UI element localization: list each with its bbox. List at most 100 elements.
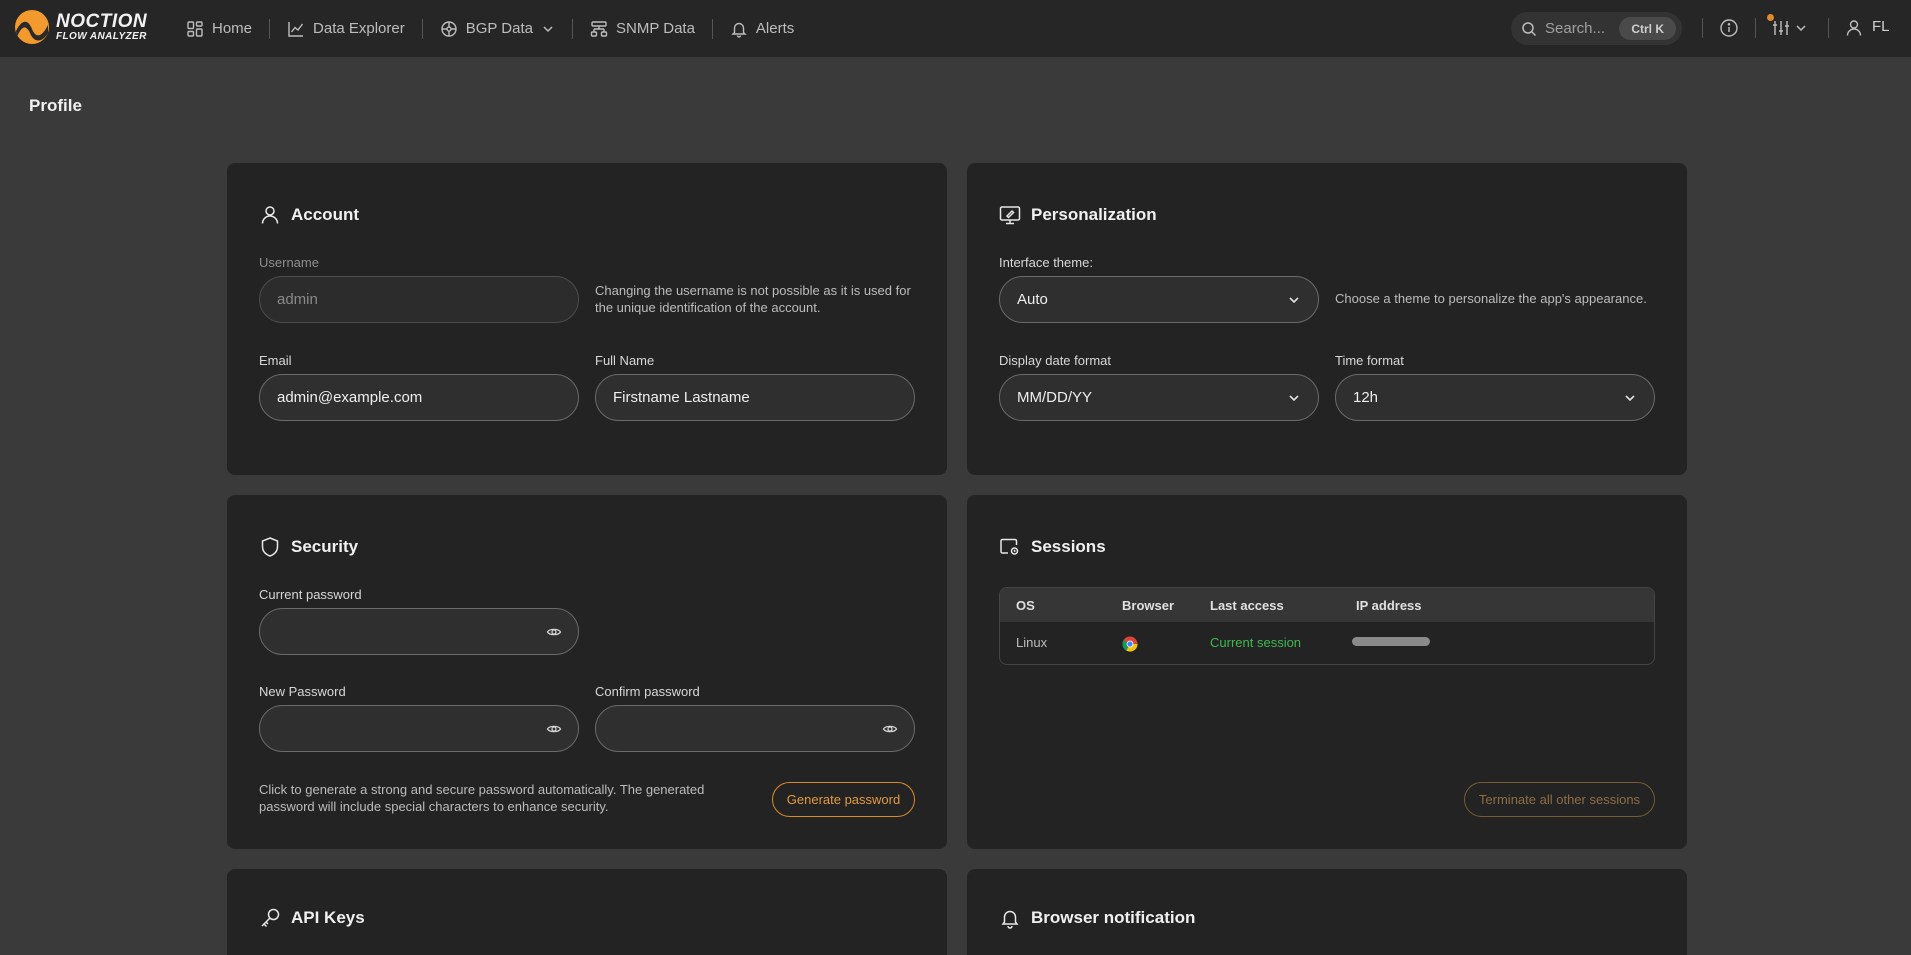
chevron-down-icon [1796,25,1806,32]
email-label: Email [259,353,292,368]
nav-divider [421,18,423,39]
brand-name: NOCTION [56,11,148,32]
sessions-table: OS Browser Last access IP address Linux … [999,587,1655,665]
confirm-password-field[interactable] [595,705,915,752]
current-password-field[interactable] [259,608,579,655]
username-value: admin [277,291,318,308]
email-field[interactable]: admin@example.com [259,374,579,421]
session-os: Linux [1016,635,1048,650]
browser-notification-card: Browser notification [967,869,1687,955]
account-card-header: Account [259,204,359,226]
nav-home[interactable]: Home [186,20,252,38]
line-chart-icon [288,21,304,37]
eye-icon[interactable] [546,721,562,737]
settings-menu-button[interactable] [1771,18,1791,43]
chevron-down-icon [543,25,553,32]
user-menu-button[interactable] [1844,18,1864,43]
eye-icon[interactable] [882,721,898,737]
chrome-icon [1122,636,1138,652]
nav-divider [572,18,573,39]
date-format-select[interactable]: MM/DD/YY [999,374,1319,421]
nav-divider [269,18,271,39]
topbar-divider [1702,18,1703,38]
theme-label: Interface theme: [999,255,1093,270]
column-header-browser: Browser [1122,598,1175,613]
username-field: admin [259,276,579,323]
bell-icon [731,22,747,38]
nav-bgp-data[interactable]: BGP Data [440,20,555,38]
browser-notification-card-header: Browser notification [999,907,1195,929]
new-password-label: New Password [259,684,346,699]
topbar-divider [1828,18,1829,38]
personalization-card: Personalization Interface theme: Auto Ch… [967,163,1687,475]
table-row: Linux Current session [1000,622,1654,664]
search-icon [1522,21,1537,36]
current-password-label: Current password [259,587,362,602]
sessions-table-header: OS Browser Last access IP address [1000,588,1654,622]
fullname-value: Firstname Lastname [613,389,750,406]
column-header-ip-address: IP address [1356,598,1422,613]
eye-icon[interactable] [546,624,562,640]
time-format-value: 12h [1353,389,1379,406]
generate-password-button[interactable]: Generate password [772,782,915,817]
new-password-field[interactable] [259,705,579,752]
settings-menu-chevron[interactable] [1794,21,1808,40]
user-icon [1846,20,1862,36]
chevron-down-icon [1289,297,1299,304]
sessions-title: Sessions [1031,537,1106,556]
network-tree-icon [590,20,608,37]
nav-alerts[interactable]: Alerts [730,20,794,38]
nav-snmp-data[interactable]: SNMP Data [590,20,695,38]
notification-dot [1767,14,1774,21]
devices-icon [1000,538,1019,555]
generate-password-helper-text: Click to generate a strong and secure pa… [259,782,705,814]
account-title: Account [291,205,359,224]
global-search[interactable]: Search... Ctrl K [1511,12,1682,45]
browser-notification-title: Browser notification [1031,908,1196,927]
nav-snmp-data-label: SNMP Data [616,20,695,37]
email-value: admin@example.com [277,389,423,406]
time-format-label: Time format [1335,353,1404,368]
chevron-down-icon [1625,395,1635,402]
theme-value: Auto [1017,291,1048,308]
nav-data-explorer-label: Data Explorer [313,20,405,37]
topbar-divider [1755,18,1756,38]
date-format-label: Display date format [999,353,1111,368]
time-format-select[interactable]: 12h [1335,374,1655,421]
security-card-header: Security [259,536,358,558]
sessions-card-header: Sessions [999,536,1106,558]
security-title: Security [291,537,359,556]
network-globe-icon [441,20,457,37]
sliders-icon [1773,21,1789,35]
info-button[interactable] [1719,18,1739,43]
noction-logo-icon [15,10,49,44]
theme-helper-text: Choose a theme to personalize the app's … [1335,291,1647,306]
page-title: Profile [29,96,82,115]
column-header-os: OS [1016,598,1035,613]
bell-icon [1001,910,1019,929]
security-card: Security Current password New Password C… [227,495,947,849]
fullname-label: Full Name [595,353,655,368]
fullname-field[interactable]: Firstname Lastname [595,374,915,421]
date-format-value: MM/DD/YY [1017,389,1092,406]
personalization-card-header: Personalization [999,204,1157,226]
search-placeholder: Search... [1545,20,1606,37]
nav-home-label: Home [212,20,253,37]
key-icon [261,908,280,928]
column-header-last-access: Last access [1210,598,1284,613]
sessions-card: Sessions OS Browser Last access IP addre… [967,495,1687,849]
nav-data-explorer[interactable]: Data Explorer [287,20,405,38]
confirm-password-label: Confirm password [595,684,700,699]
dashboard-grid-icon [187,20,203,37]
theme-select[interactable]: Auto [999,276,1319,323]
brand-subtitle: FLOW ANALYZER [56,31,147,42]
account-card: Account Username admin Changing the user… [227,163,947,475]
terminate-sessions-button[interactable]: Terminate all other sessions [1464,782,1655,817]
user-initials[interactable]: FL [1872,18,1890,35]
search-shortcut-badge: Ctrl K [1619,17,1676,40]
api-keys-title: API Keys [291,908,365,927]
username-helper-text: Changing the username is not possible as… [595,283,911,315]
personalization-title: Personalization [1031,205,1157,224]
monitor-brush-icon [999,206,1021,225]
brand-logo[interactable]: NOCTION FLOW ANALYZER [14,9,147,45]
